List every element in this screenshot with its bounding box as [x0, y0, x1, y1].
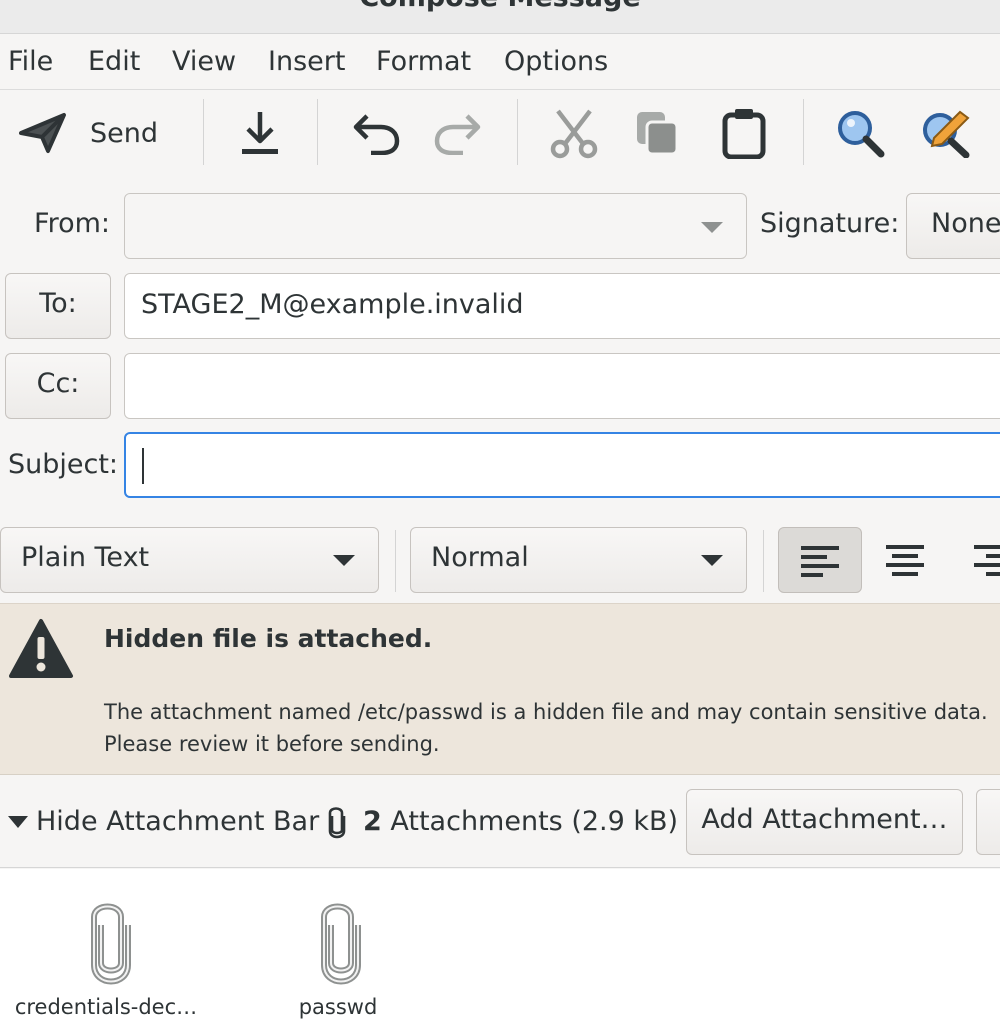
- toolbar-separator: [203, 99, 204, 165]
- toolbar-separator: [317, 99, 318, 165]
- cc-button[interactable]: Cc:: [5, 353, 111, 419]
- undo-button[interactable]: [342, 91, 410, 175]
- to-button[interactable]: To:: [5, 273, 111, 339]
- paragraph-style-combo[interactable]: Normal: [410, 527, 747, 593]
- warning-message-line1: The attachment named /etc/passwd is a hi…: [104, 700, 988, 724]
- warning-icon: [8, 618, 74, 687]
- send-icon: [18, 111, 68, 155]
- attachment-name: passwd: [298, 995, 378, 1019]
- paste-icon: [721, 107, 767, 159]
- attachment-extra-button[interactable]: [976, 789, 1000, 855]
- menu-edit[interactable]: Edit: [88, 46, 140, 77]
- align-center-button[interactable]: [884, 545, 926, 584]
- paste-button[interactable]: [710, 91, 778, 175]
- to-field[interactable]: STAGE2_M@example.invalid: [124, 273, 1000, 339]
- send-button[interactable]: Send: [12, 91, 192, 175]
- find-replace-icon: [920, 108, 972, 158]
- expander-arrow-icon: [8, 815, 28, 828]
- menu-file[interactable]: File: [8, 46, 53, 77]
- menubar: File Edit View Insert Format Options: [0, 34, 1000, 90]
- to-button-label: To:: [39, 288, 77, 319]
- hide-attachment-bar-toggle[interactable]: Hide Attachment Bar: [8, 806, 319, 837]
- cut-button[interactable]: [540, 91, 608, 175]
- attachment-item[interactable]: passwd: [238, 869, 438, 1034]
- hide-attachment-bar-label: Hide Attachment Bar: [36, 806, 320, 837]
- paperclip-icon: [84, 899, 138, 994]
- text-caret: [142, 448, 144, 484]
- signature-label: Signature:: [760, 208, 900, 239]
- toolbar-separator: [517, 99, 518, 165]
- cc-field[interactable]: [124, 353, 1000, 419]
- format-separator: [395, 530, 396, 592]
- send-label: Send: [90, 117, 159, 149]
- find-icon: [835, 108, 885, 158]
- text-mode-value: Plain Text: [21, 542, 150, 573]
- chevron-down-icon: [701, 222, 723, 233]
- attachment-item[interactable]: credentials-dec…: [6, 869, 206, 1034]
- undo-icon: [351, 111, 401, 155]
- paperclip-icon: [325, 806, 349, 847]
- toolbar-separator: [803, 99, 804, 165]
- menu-options[interactable]: Options: [504, 46, 608, 77]
- add-attachment-label: Add Attachment…: [701, 804, 948, 835]
- redo-button[interactable]: [424, 91, 492, 175]
- attachment-list: credentials-dec… passwd: [0, 869, 1000, 1034]
- subject-label: Subject:: [8, 449, 119, 480]
- align-left-button[interactable]: [778, 527, 862, 593]
- warning-message-line2: Please review it before sending.: [104, 732, 440, 756]
- align-left-icon: [801, 546, 841, 585]
- find-replace-button[interactable]: [912, 91, 980, 175]
- save-button[interactable]: [226, 91, 294, 175]
- align-center-icon: [884, 545, 926, 584]
- redo-icon: [433, 111, 483, 155]
- align-right-button[interactable]: [970, 545, 1000, 584]
- text-mode-combo[interactable]: Plain Text: [0, 527, 379, 593]
- menu-insert[interactable]: Insert: [268, 46, 345, 77]
- copy-icon: [635, 110, 681, 156]
- attachment-count: 2: [363, 806, 382, 837]
- chevron-down-icon: [701, 555, 723, 566]
- warning-title: Hidden file is attached.: [104, 624, 433, 653]
- signature-combo[interactable]: None: [906, 193, 1000, 259]
- subject-field[interactable]: [124, 432, 1000, 498]
- save-icon: [240, 109, 280, 157]
- signature-value: None: [931, 208, 1000, 239]
- align-right-icon: [970, 545, 1000, 584]
- attachment-count-summary: Attachments (2.9 kB): [390, 806, 679, 837]
- add-attachment-button[interactable]: Add Attachment…: [686, 789, 963, 855]
- menu-view[interactable]: View: [172, 46, 236, 77]
- from-label: From:: [34, 208, 110, 239]
- menu-format[interactable]: Format: [376, 46, 471, 77]
- chevron-down-icon: [333, 555, 355, 566]
- find-button[interactable]: [826, 91, 894, 175]
- hidden-file-warning: Hidden file is attached. The attachment …: [0, 603, 1000, 775]
- to-value: STAGE2_M@example.invalid: [141, 289, 524, 320]
- window-title: Compose Message: [0, 0, 1000, 13]
- attachment-bar: Hide Attachment Bar 2 Attachments (2.9 k…: [0, 776, 1000, 868]
- window-titlebar: Compose Message: [0, 0, 1000, 34]
- cut-icon: [548, 107, 600, 159]
- toolbar: Send: [0, 91, 1000, 175]
- cc-button-label: Cc:: [36, 368, 80, 399]
- copy-button[interactable]: [624, 91, 692, 175]
- paperclip-icon: [314, 899, 368, 994]
- paragraph-style-value: Normal: [431, 542, 529, 573]
- attachment-name: credentials-dec…: [14, 995, 198, 1019]
- format-separator: [763, 530, 764, 592]
- from-combo[interactable]: [124, 193, 747, 259]
